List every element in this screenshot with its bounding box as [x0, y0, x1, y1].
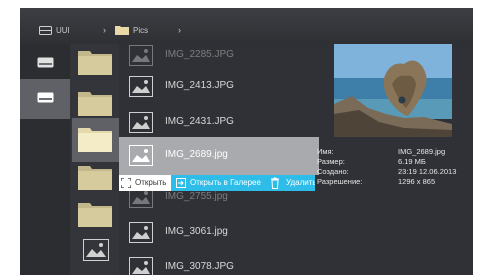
file-name: IMG_2689.jpg	[165, 149, 228, 160]
image-icon	[129, 76, 153, 97]
drive-item[interactable]	[20, 44, 70, 84]
open-label: Открыть	[135, 178, 167, 187]
folder-icon[interactable]	[78, 164, 112, 190]
name-label: Имя:	[317, 147, 334, 156]
image-icon	[129, 45, 153, 66]
drive-item-active[interactable]	[20, 79, 70, 119]
gallery-icon	[176, 178, 186, 188]
info-values: IMG_2689.jpg 6.19 МБ 23:19 12.06.2013 12…	[398, 147, 456, 187]
file-row[interactable]: IMG_3061.jpg	[119, 214, 319, 252]
file-row-selected[interactable]: IMG_2689.jpg	[119, 137, 319, 175]
drive-icon	[37, 57, 54, 68]
name-value: IMG_2689.jpg	[398, 147, 446, 156]
expand-icon	[121, 178, 131, 188]
file-name: IMG_2431.JPG	[165, 116, 234, 127]
size-label: Размер:	[317, 157, 345, 166]
app-window: UUI › Pics › IMG_2285.JPG IMG_2413.JPG I…	[0, 0, 492, 275]
created-value: 23:19 12.06.2013	[398, 167, 457, 176]
open-in-gallery-button[interactable]: Открыть в Галерее	[176, 175, 268, 191]
drive-icon	[39, 26, 52, 35]
info-labels: Имя: Размер: Создано: Разрешение:	[317, 147, 362, 187]
image-preview	[334, 44, 452, 137]
resolution-label: Разрешение:	[317, 177, 363, 186]
file-row[interactable]: IMG_3078.JPG	[119, 249, 319, 275]
file-name: IMG_3078.JPG	[165, 261, 234, 272]
breadcrumb-drive[interactable]: UUI	[56, 26, 70, 35]
folder-icon[interactable]	[78, 49, 112, 75]
file-name: IMG_2413.JPG	[165, 80, 234, 91]
file-name: IMG_3061.jpg	[165, 226, 228, 237]
folder-icon	[115, 26, 129, 35]
delete-label: Удалить	[286, 178, 315, 187]
file-browser: UUI › Pics › IMG_2285.JPG IMG_2413.JPG I…	[20, 8, 473, 275]
chevron-right-icon: ›	[103, 25, 106, 35]
image-icon	[129, 145, 153, 166]
breadcrumb-folder[interactable]: Pics	[133, 26, 148, 35]
file-name: IMG_2755.jpg	[165, 191, 228, 202]
file-name: IMG_2285.JPG	[165, 49, 234, 60]
image-icon	[129, 257, 153, 275]
open-button[interactable]: Открыть	[119, 175, 171, 191]
drive-icon	[37, 92, 54, 103]
image-icon	[129, 112, 153, 133]
open-in-gallery-label: Открыть в Галерее	[190, 178, 261, 187]
folder-icon[interactable]	[78, 201, 112, 227]
file-row[interactable]: IMG_2413.JPG	[119, 68, 319, 106]
size-value: 6.19 МБ	[398, 157, 426, 166]
resolution-value: 1296 x 865	[398, 177, 436, 186]
image-icon	[129, 222, 153, 243]
folder-icon[interactable]	[78, 90, 112, 116]
context-menu: Открыть Открыть в Галерее Удалить	[119, 175, 315, 191]
folder-icon[interactable]	[78, 126, 112, 152]
trash-icon	[271, 177, 279, 189]
created-label: Создано:	[317, 167, 349, 176]
chevron-right-icon: ›	[178, 25, 181, 35]
delete-button[interactable]: Удалить	[269, 175, 315, 191]
image-icon[interactable]	[83, 239, 109, 261]
